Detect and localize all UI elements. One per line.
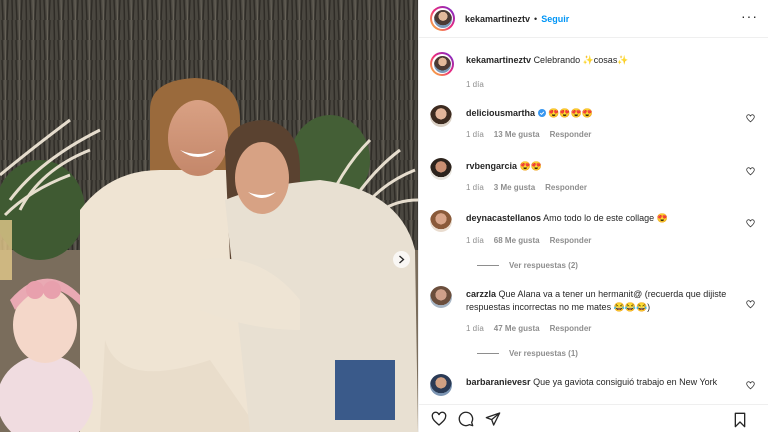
comment-username[interactable]: deynacastellanos xyxy=(466,213,541,223)
separator-dot: • xyxy=(534,13,538,24)
reply-button[interactable]: Responder xyxy=(545,183,587,192)
replies-line xyxy=(477,265,499,266)
reply-button[interactable]: Responder xyxy=(550,324,592,333)
comment-likes[interactable]: 3 Me gusta xyxy=(494,183,535,192)
comment-username[interactable]: deliciousmartha xyxy=(466,108,535,118)
chevron-right-icon xyxy=(399,255,405,264)
caption-time: 1 día xyxy=(466,80,484,89)
commenter-avatar[interactable] xyxy=(430,210,452,232)
replies-line xyxy=(477,353,499,354)
bookmark-icon[interactable] xyxy=(732,412,748,428)
comment-username[interactable]: carzzla xyxy=(466,289,496,299)
author-username[interactable]: kekamartineztv xyxy=(465,14,530,24)
caption-username[interactable]: kekamartineztv xyxy=(466,55,531,65)
comment-time: 1 día xyxy=(466,324,484,333)
commenter-avatar[interactable] xyxy=(430,374,452,396)
comment-text: 😍😍 xyxy=(519,161,542,171)
follow-button[interactable]: Seguir xyxy=(541,14,569,24)
heart-icon[interactable] xyxy=(746,219,755,228)
comment-time: 1 día xyxy=(466,236,484,245)
comments-list: kekamartineztv Celebrando ✨cosas✨ 1 día … xyxy=(419,46,768,400)
comment-icon[interactable] xyxy=(458,411,474,427)
next-photo-button[interactable] xyxy=(393,251,410,268)
comment-time: 1 día xyxy=(466,183,484,192)
heart-icon[interactable] xyxy=(746,167,755,176)
comment-text: Amo todo lo de este collage 😍 xyxy=(543,213,668,223)
reply-button[interactable]: Responder xyxy=(550,236,592,245)
view-replies-label: Ver respuestas (1) xyxy=(509,349,578,358)
heart-icon[interactable] xyxy=(746,300,755,309)
heart-icon[interactable] xyxy=(746,114,755,123)
caption-avatar[interactable] xyxy=(430,52,454,76)
share-icon[interactable] xyxy=(485,411,501,427)
comment-likes[interactable]: 47 Me gusta xyxy=(494,324,540,333)
verified-badge-icon xyxy=(537,109,546,117)
view-replies-button[interactable]: Ver respuestas (1) xyxy=(477,349,578,358)
reply-button[interactable]: Responder xyxy=(550,130,592,139)
view-replies-button[interactable]: Ver respuestas (2) xyxy=(477,261,578,270)
comment-text: Que Alana va a tener un hermanit@ (recue… xyxy=(466,289,727,312)
comment-time: 1 día xyxy=(466,130,484,139)
commenter-avatar[interactable] xyxy=(430,158,452,180)
caption-text: Celebrando ✨cosas✨ xyxy=(533,55,629,65)
post-header: kekamartineztv • Seguir ··· xyxy=(419,0,768,38)
comment-text: Que ya gaviota consiguió trabajo en New … xyxy=(533,377,718,387)
post-side-panel: kekamartineztv • Seguir ··· kekamartinez… xyxy=(418,0,768,432)
comment-likes[interactable]: 68 Me gusta xyxy=(494,236,540,245)
author-avatar[interactable] xyxy=(430,6,455,31)
commenter-avatar[interactable] xyxy=(430,105,452,127)
view-replies-label: Ver respuestas (2) xyxy=(509,261,578,270)
post-actions-bar xyxy=(419,404,768,432)
commenter-avatar[interactable] xyxy=(430,286,452,308)
comment-likes[interactable]: 13 Me gusta xyxy=(494,130,540,139)
comment-username[interactable]: rvbengarcia xyxy=(466,161,517,171)
heart-icon[interactable] xyxy=(746,381,755,390)
photo-illustration xyxy=(0,0,418,432)
post-photo xyxy=(0,0,418,432)
heart-icon[interactable] xyxy=(431,411,447,427)
comment-username[interactable]: barbaranievesr xyxy=(466,377,531,387)
more-icon[interactable]: ··· xyxy=(741,9,758,23)
comment-text: 😍😍😍😍 xyxy=(548,108,593,118)
